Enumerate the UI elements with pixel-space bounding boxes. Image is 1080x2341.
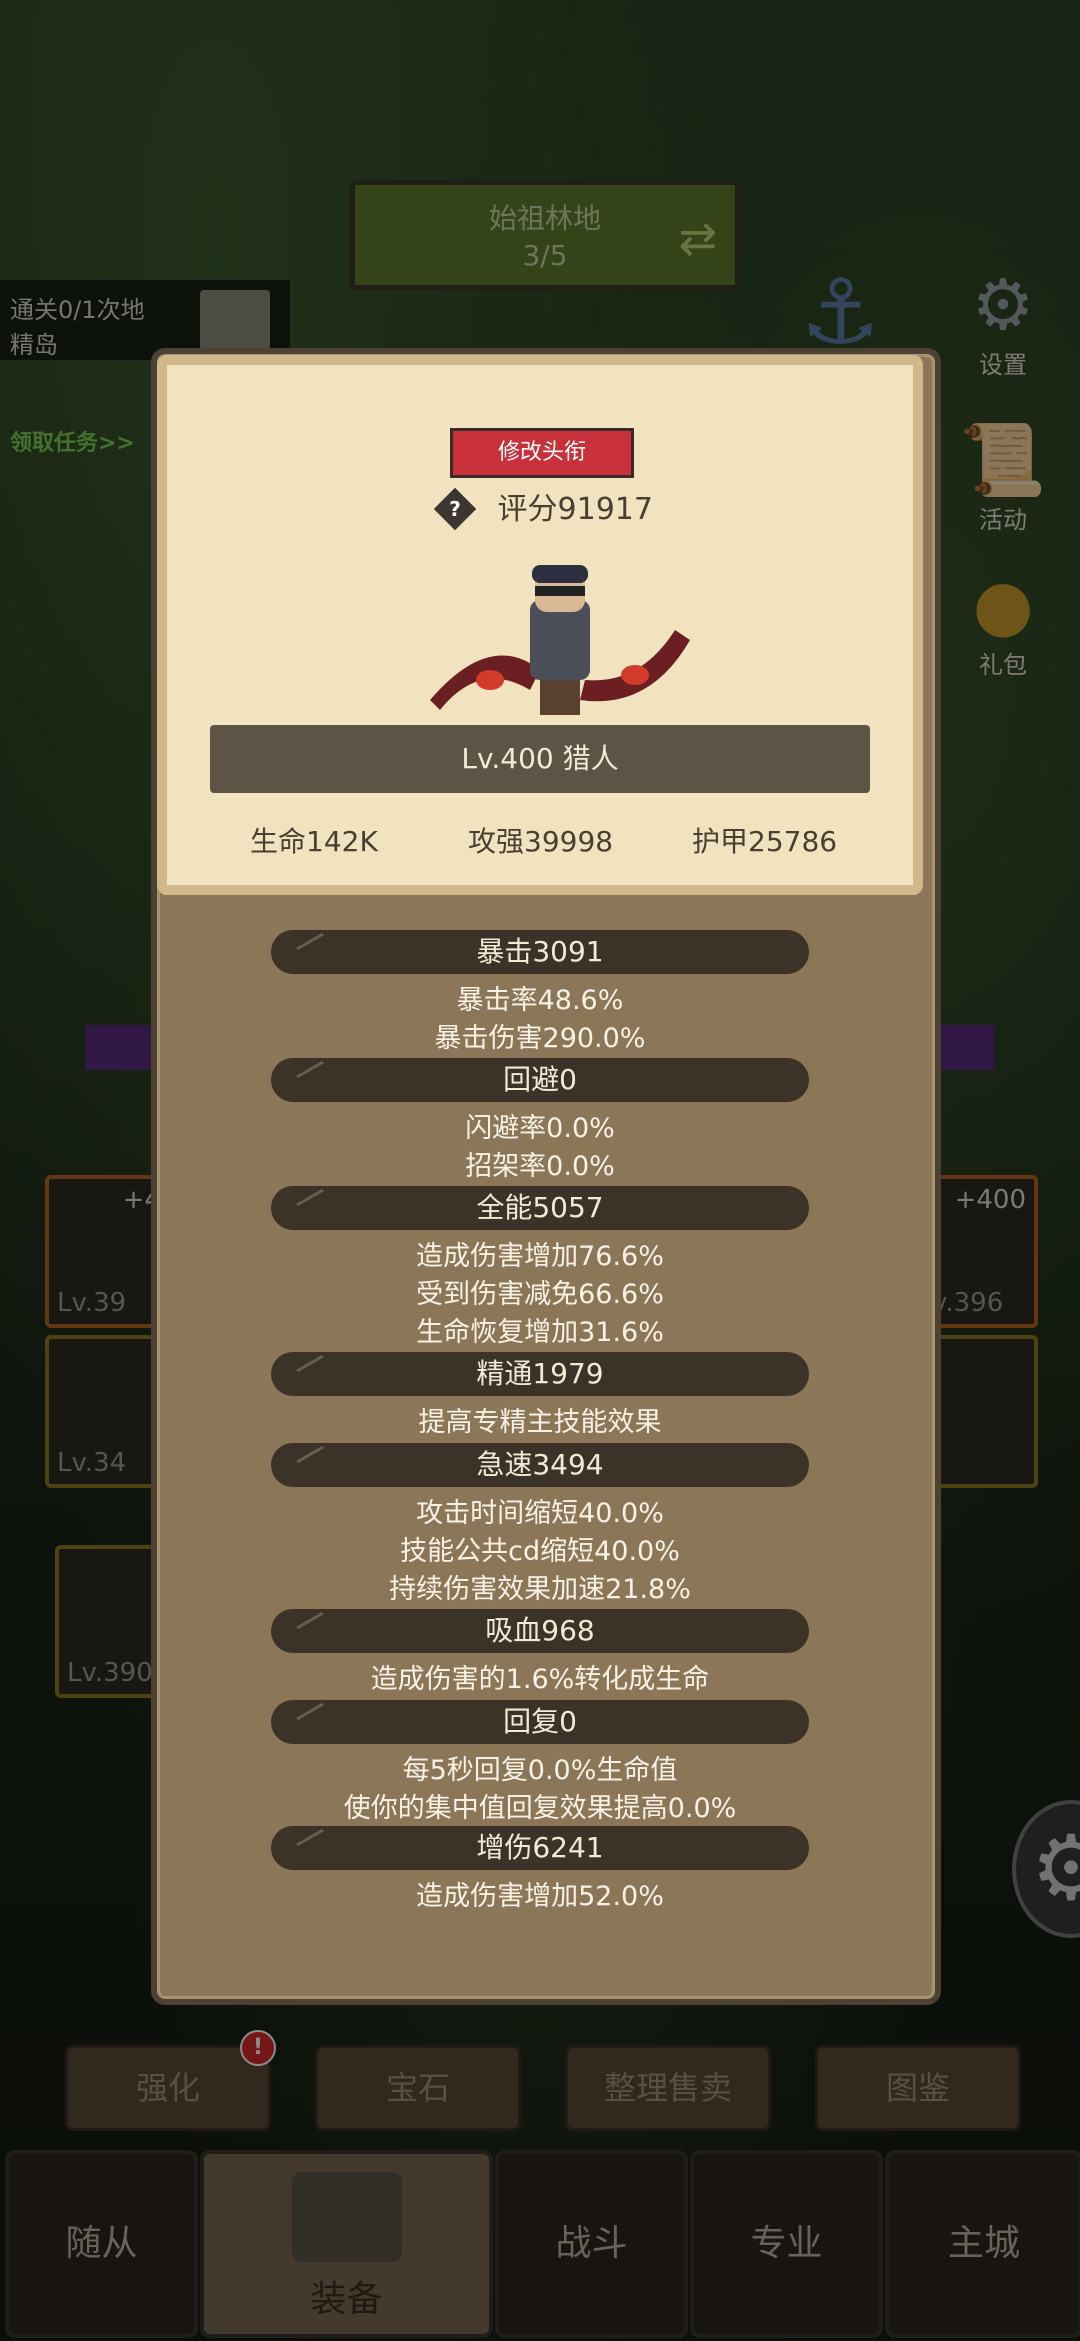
attack-stat: 攻强39998 bbox=[468, 825, 614, 858]
stat-head-regen: 回复0 bbox=[271, 1700, 809, 1744]
stat-line: 使你的集中值回复效果提高0.0% bbox=[343, 1793, 737, 1824]
score-value: 评分91917 bbox=[497, 492, 653, 527]
change-title-button[interactable]: 修改头衔 bbox=[450, 428, 634, 478]
stat-line: 造成伤害增加52.0% bbox=[416, 1881, 664, 1912]
stat-head-haste: 急速3494 bbox=[271, 1443, 809, 1487]
stat-head-damage-boost: 增伤6241 bbox=[271, 1826, 809, 1870]
stat-line: 暴击伤害290.0% bbox=[434, 1023, 646, 1054]
stat-line: 受到伤害减免66.6% bbox=[416, 1279, 664, 1310]
score-row: ? 评分91917 bbox=[433, 484, 653, 530]
stat-head-avoidance: 回避0 bbox=[271, 1058, 809, 1102]
stat-line: 生命恢复增加31.6% bbox=[416, 1317, 664, 1348]
stat-head-crit: 暴击3091 bbox=[271, 930, 809, 974]
stat-line: 暴击率48.6% bbox=[456, 985, 624, 1016]
stat-line: 造成伤害增加76.6% bbox=[416, 1241, 664, 1272]
level-class-bar: Lv.400 猎人 bbox=[210, 725, 870, 793]
stat-line: 持续伤害效果加速21.8% bbox=[389, 1574, 691, 1605]
stat-head-versatility: 全能5057 bbox=[271, 1186, 809, 1230]
stat-line: 技能公共cd缩短40.0% bbox=[400, 1536, 680, 1567]
help-icon[interactable]: ? bbox=[433, 487, 477, 530]
stat-head-mastery: 精通1979 bbox=[271, 1352, 809, 1396]
stat-head-lifesteal: 吸血968 bbox=[271, 1609, 809, 1653]
stat-line: 造成伤害的1.6%转化成生命 bbox=[370, 1664, 710, 1695]
armor-stat: 护甲25786 bbox=[692, 825, 838, 858]
stat-line: 闪避率0.0% bbox=[465, 1113, 615, 1144]
stat-line: 每5秒回复0.0%生命值 bbox=[402, 1755, 678, 1786]
stat-line: 招架率0.0% bbox=[465, 1151, 615, 1182]
hp-stat: 生命142K bbox=[250, 825, 378, 858]
hunter-character-sprite bbox=[430, 565, 690, 715]
stat-line: 攻击时间缩短40.0% bbox=[416, 1498, 664, 1529]
stat-line: 提高专精主技能效果 bbox=[418, 1407, 662, 1438]
